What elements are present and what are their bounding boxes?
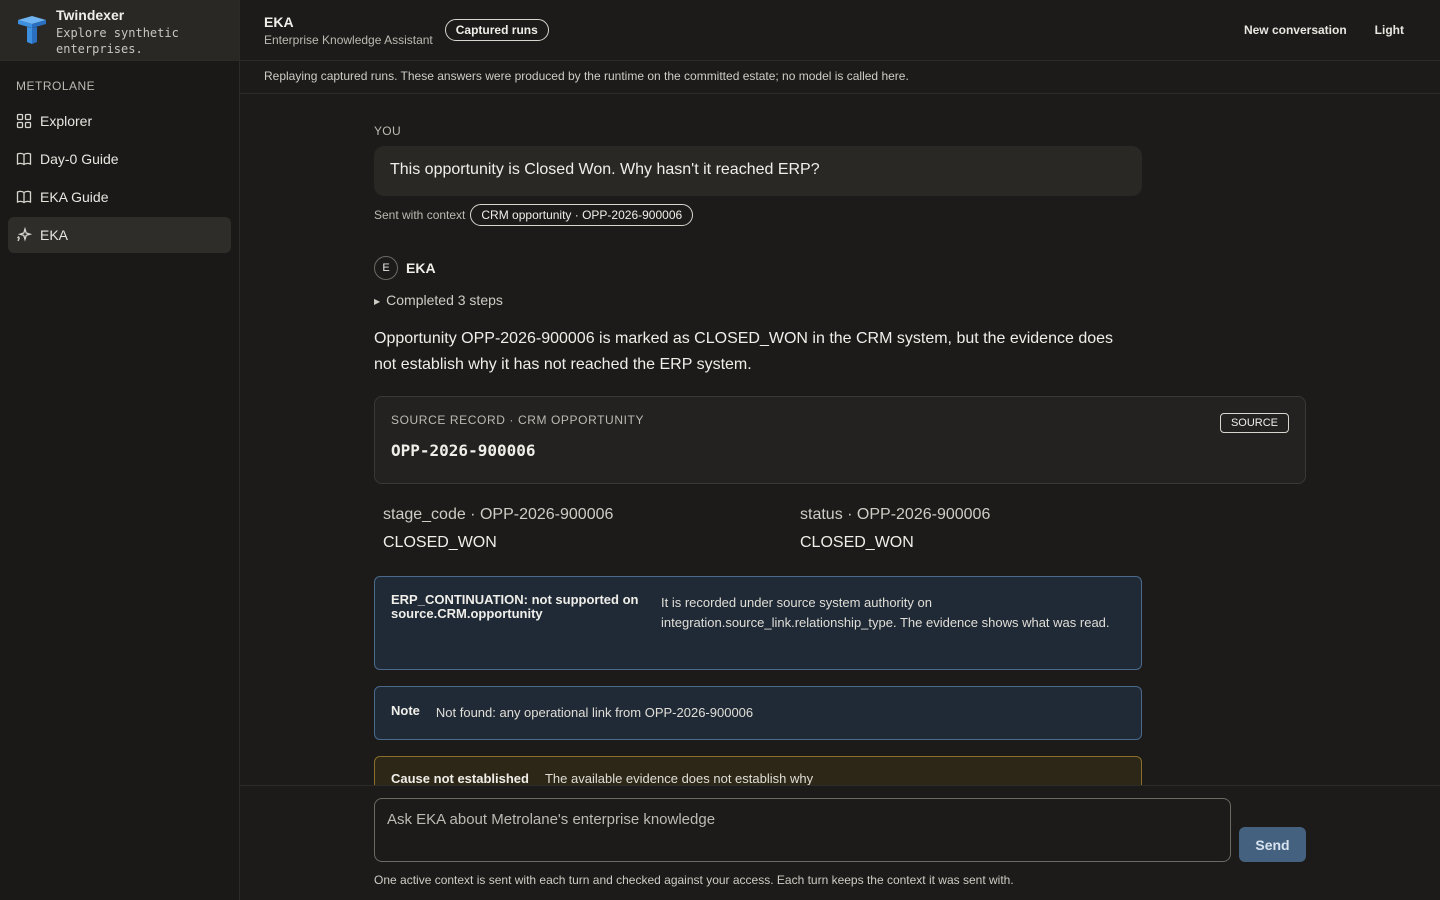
sidebar-item-label: EKA Guide [40,189,109,205]
header: EKA Enterprise Knowledge Assistant Captu… [240,0,1440,61]
cause-warning: Cause not established The available evid… [374,756,1142,785]
brand[interactable]: Twindexer Explore synthetic enterprises. [0,0,239,61]
conversation-pane[interactable]: YOU This opportunity is Closed Won. Why … [374,94,1306,785]
brand-tagline: Explore synthetic enterprises. [56,26,179,56]
warning-text: The available evidence does not establis… [544,771,814,785]
note-text: Not found: any operational link from OPP… [435,705,754,720]
replay-banner: Replaying captured runs. These answers w… [240,61,1440,94]
field-value: CLOSED_WON [800,534,914,551]
grid-icon [16,113,32,129]
source-record-id: OPP-2026-900006 [391,441,536,460]
sidebar-item-label: EKA [40,227,69,243]
sidebar-item-label: Day-0 Guide [40,151,119,167]
field-status: status · OPP-2026-900006 CLOSED_WON [800,506,1217,552]
field-stage-code: stage_code · OPP-2026-900006 CLOSED_WON [383,506,800,552]
sidebar-item-eka-guide[interactable]: EKA Guide [8,179,231,215]
notice-text: It is recorded under source system autho… [661,595,1110,630]
page-title: EKA [264,13,294,30]
record-fields: stage_code · OPP-2026-900006 CLOSED_WON … [374,506,1306,552]
book-icon [16,190,32,204]
note-notice: Note Not found: any operational link fro… [374,686,1142,740]
steps-label: Completed 3 steps [386,292,503,308]
field-value: CLOSED_WON [383,534,497,551]
sparkle-icon [17,227,32,242]
captured-runs-badge: Captured runs [444,19,549,41]
context-prefix: Sent with context [374,208,466,222]
field-key: status · OPP-2026-900006 [800,506,991,523]
note-title: Note [391,703,420,718]
brand-name: Twindexer [56,7,125,23]
message-input[interactable] [374,798,1231,862]
context-chip[interactable]: CRM opportunity · OPP-2026-900006 [470,204,694,226]
composer: Send One active context is sent with eac… [240,785,1440,900]
steps-toggle[interactable]: ▶ Completed 3 steps [374,292,1306,308]
context-row: Sent with context CRM opportunity · OPP-… [374,204,1306,226]
theme-toggle-button[interactable]: Light [1375,23,1404,37]
sidebar: Twindexer Explore synthetic enterprises.… [0,0,240,900]
you-label: YOU [374,124,401,138]
sidebar-item-explorer[interactable]: Explorer [8,103,231,139]
composer-note: One active context is sent with each tur… [374,873,1014,887]
new-conversation-button[interactable]: New conversation [1244,23,1347,37]
assistant-header: E EKA [374,256,1306,280]
page-subtitle: Enterprise Knowledge Assistant [264,32,433,47]
sidebar-item-day0-guide[interactable]: Day-0 Guide [8,141,231,177]
source-button[interactable]: SOURCE [1219,413,1289,433]
sidebar-item-label: Explorer [40,113,93,129]
twindexer-logo-icon [18,16,46,44]
org-label: METROLANE [16,79,96,93]
book-icon [16,152,32,166]
erp-continuation-notice: ERP_CONTINUATION: not supported on sourc… [374,576,1142,670]
user-message: This opportunity is Closed Won. Why hasn… [374,146,1142,196]
sidebar-item-eka[interactable]: EKA [8,217,231,253]
assistant-avatar: E [374,256,398,280]
field-key: stage_code · OPP-2026-900006 [383,506,614,523]
source-record-label: SOURCE RECORD · CRM OPPORTUNITY [391,413,645,427]
assistant-answer: Opportunity OPP-2026-900006 is marked as… [374,330,1114,373]
notice-title: ERP_CONTINUATION: not supported on sourc… [391,592,639,621]
assistant-name: EKA [406,260,436,276]
caret-right-icon: ▶ [374,296,381,306]
source-record-card: SOURCE RECORD · CRM OPPORTUNITY OPP-2026… [374,396,1306,484]
send-button[interactable]: Send [1239,827,1306,862]
warning-title: Cause not established [391,771,529,785]
